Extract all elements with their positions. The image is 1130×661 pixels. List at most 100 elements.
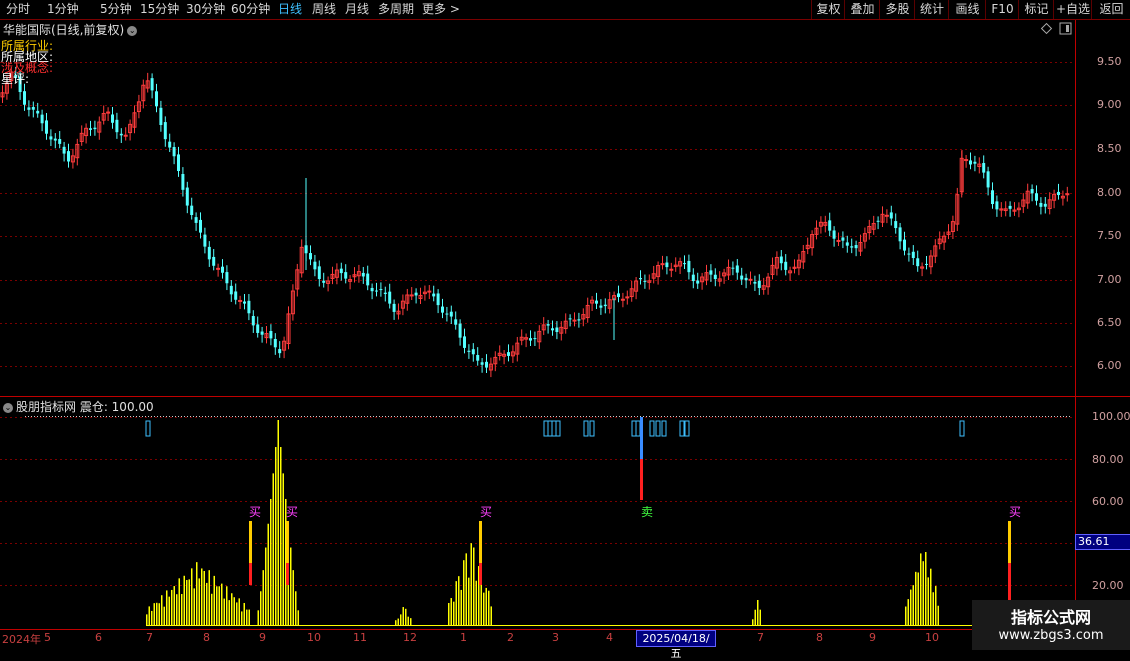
indicator-bar	[290, 547, 292, 625]
candle-down	[40, 114, 44, 124]
indicator-bar	[275, 447, 277, 625]
candle-down	[172, 147, 176, 157]
candle-down	[1057, 191, 1060, 196]
indicator-bar	[488, 590, 490, 625]
candle-down	[740, 275, 744, 280]
candle-down	[546, 324, 550, 326]
candle-down	[1008, 205, 1012, 209]
marker-box	[631, 420, 637, 437]
candle-down	[476, 355, 480, 361]
candle-down	[344, 272, 348, 279]
panel-toggle-icon[interactable]	[1059, 22, 1072, 35]
candle-down	[1043, 203, 1047, 207]
candle-down	[757, 280, 761, 288]
candle-down	[89, 128, 92, 130]
candle-down	[313, 261, 317, 270]
candle-down	[53, 138, 57, 141]
candle-down	[155, 91, 158, 107]
indicator-bar	[932, 592, 934, 625]
candle-down	[212, 256, 216, 266]
price-label: 8.00	[1097, 186, 1122, 199]
candle-down	[36, 110, 40, 114]
candle-down	[115, 119, 119, 133]
indicator-bar	[458, 576, 460, 625]
candle-down	[665, 262, 669, 268]
indicator-bar	[161, 595, 163, 625]
marker-box	[543, 420, 549, 437]
candle-down	[916, 258, 920, 267]
date-label: 3	[552, 631, 559, 644]
indicator-bar	[395, 620, 397, 625]
indicator-bar	[905, 606, 907, 625]
diamond-icon[interactable]	[1040, 22, 1053, 35]
candle-down	[991, 190, 994, 205]
candle-down	[414, 292, 418, 296]
indicator-bar	[920, 553, 922, 625]
indicator-bar	[485, 587, 487, 625]
chevron-down-icon[interactable]: ⌄	[127, 25, 138, 36]
candle-down	[375, 290, 378, 292]
signal-bar-bottom	[479, 563, 482, 585]
candle-down	[507, 352, 510, 356]
indicator-bar	[156, 602, 158, 625]
indicator-bar	[228, 600, 230, 625]
candle-down	[533, 338, 537, 340]
candle-down	[595, 300, 598, 304]
marker-box	[551, 420, 557, 437]
indicator-bar	[257, 610, 259, 625]
candle-down	[361, 272, 365, 277]
indicator-bar	[208, 570, 210, 625]
indicator-bar	[236, 602, 238, 625]
candle-down	[850, 246, 854, 248]
marker-box	[959, 420, 965, 437]
indicator-bar	[221, 583, 223, 625]
candle-down	[784, 261, 788, 270]
indicator-bar	[925, 552, 927, 625]
indicator-bar	[759, 609, 761, 625]
marker-box	[555, 420, 561, 437]
indicator-bar	[295, 591, 297, 625]
indicator-bar	[935, 586, 937, 625]
candle-down	[190, 205, 194, 216]
candle-down	[445, 313, 449, 315]
candle-down	[1035, 193, 1038, 201]
signal-bar-bottom	[286, 563, 289, 585]
indicator-bar	[178, 578, 180, 625]
candlestick-series	[0, 66, 1070, 378]
indicator-bar	[265, 547, 267, 625]
candle-down	[639, 278, 642, 280]
date-label: 12	[403, 631, 417, 644]
candle-down	[828, 220, 832, 231]
signal-bar-top	[1008, 521, 1011, 563]
candle-down	[388, 291, 392, 304]
signal-bars	[249, 417, 1011, 600]
candle-down	[27, 107, 31, 110]
candle-down	[841, 237, 845, 241]
price-label: 9.50	[1097, 55, 1122, 68]
indicator-title-text: 股朋指标网 震仓: 100.00	[16, 400, 154, 414]
candle-down	[555, 327, 559, 332]
indicator-bar	[754, 609, 756, 625]
indicator-bar	[206, 582, 208, 625]
date-label: 1	[460, 631, 467, 644]
candle-down	[876, 220, 880, 222]
indicator-bar	[216, 586, 218, 625]
candle-down	[392, 303, 396, 312]
date-label: 10	[925, 631, 939, 644]
candle-down	[49, 136, 53, 140]
candle-down	[339, 268, 343, 274]
indicator-bar	[191, 568, 193, 625]
indicator-label: 80.00	[1092, 453, 1124, 466]
indicator-bars	[146, 420, 1076, 626]
candle-down	[696, 280, 700, 284]
candle-down	[969, 160, 972, 165]
indicator-bar	[475, 580, 477, 625]
watermark-title: 指标公式网	[1010, 608, 1091, 627]
indicator-bar	[463, 560, 465, 625]
chart-canvas[interactable]	[0, 0, 1130, 650]
indicator-bar	[201, 568, 203, 625]
date-label: 10	[307, 631, 321, 644]
chevron-down-icon[interactable]: ⌄	[3, 402, 13, 413]
indicator-bar	[218, 586, 220, 625]
candle-down	[1039, 202, 1043, 207]
